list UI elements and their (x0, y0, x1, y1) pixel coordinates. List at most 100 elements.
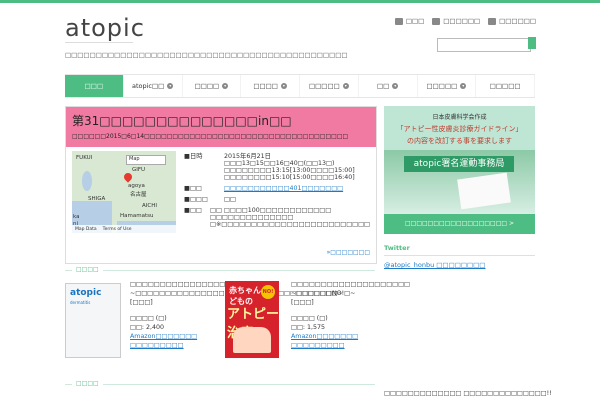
book-bracket: [□□□] (130, 299, 153, 306)
section-divider (65, 384, 375, 385)
petition-banner[interactable]: 日本皮膚科学会作成 「アトピー性皮膚炎診療ガイドライン」 の内容を改訂する事を要… (384, 106, 535, 234)
row-value: □□ □□□□100□□□□□□□□□□□□ □□□□□□□□□□□□□□ □※… (210, 207, 370, 228)
nav-tab-5[interactable]: □□□□□ ▾ (300, 75, 359, 97)
map-terms-link[interactable]: Terms of Use (103, 227, 132, 232)
banner-line: 「アトピー性皮膚炎診療ガイドライン」 (396, 125, 523, 133)
nav-tab-6[interactable]: □□ ▾ (359, 75, 418, 97)
chevron-down-icon: ▾ (460, 83, 467, 89)
map-label: ka (73, 214, 80, 220)
event-header: 第31□□□□□□□□□□□□□□in□□ □□□□□□2015□6□14□□□… (66, 107, 376, 147)
book-price: □□: 2,400 (130, 324, 165, 331)
row-key: ■□□ (184, 185, 202, 192)
chevron-down-icon: ▾ (167, 83, 174, 89)
map-label: agoya (128, 183, 145, 189)
cover-badge: NO! (261, 285, 275, 299)
map-label: SHIGA (88, 196, 106, 202)
nav-tab-8[interactable]: □□□□□ (476, 75, 535, 97)
main-nav: □□□ atopic□□ ▾ □□□□ ▾ □□□□ ▾ □□□□□ ▾ □□ ▾ □□□… (65, 74, 535, 98)
home-icon (488, 17, 497, 25)
header-link-label: □□□□□□ (443, 17, 481, 25)
row-value-line: □□□□□□□□15:10[15:00□□□□16:40] (224, 174, 355, 181)
amazon-link[interactable]: Amazon□□□□□□□ (130, 332, 220, 341)
banner-badge: atopic署名運動事務局 (404, 156, 514, 172)
map-type-dropdown[interactable]: Map (126, 155, 166, 165)
cover-illustration (233, 327, 271, 353)
logo-divider (65, 42, 133, 43)
row-value-line: □※□□□□□□□□□□□□□□□□□□□□□□□□□ (210, 221, 370, 228)
book-price: □□: 1,575 (291, 324, 326, 331)
nav-tab-4[interactable]: □□□□ ▾ (241, 75, 300, 97)
row-value-line: □□□□□□□□13:15[13:00□□□□15:00] (224, 167, 355, 174)
header-link-label: □□□ (405, 17, 425, 25)
header-link-label: □□□□□□ (499, 17, 536, 25)
detail-link[interactable]: □□□□□□□□□ (291, 341, 375, 350)
map-data-link[interactable]: Map Data (75, 227, 97, 232)
row-value-line: □□ □□□□100□□□□□□□□□□□□ □□□□□□□□□□□□□□ (210, 207, 332, 221)
row-key: ■□□ (184, 207, 202, 214)
book-label: □□□□ (□) (291, 315, 328, 322)
nav-tab-7[interactable]: □□□□□ ▾ (418, 75, 477, 97)
header-link-sitemap[interactable]: □□□ (394, 17, 425, 25)
cover-subtitle: dermatitis (70, 300, 91, 305)
nav-tab-atopic[interactable]: atopic□□ ▾ (124, 75, 183, 97)
header-link-contact[interactable]: □□□□□□ (432, 17, 480, 25)
chevron-down-icon: ▾ (342, 83, 349, 89)
twitter-link[interactable]: @atopic_honbu □□□□□□□□ (384, 261, 485, 269)
event-details: ■日時 2015年6月21日□□□13□15□□16□40□(□□13□) □□… (184, 151, 370, 232)
map-footer: Map Data Terms of Use (72, 225, 176, 233)
book-title: □□□□□□□□□□□□□□□□□□□□ (291, 281, 410, 288)
nav-tab-home[interactable]: □□□ (65, 75, 124, 97)
header-link-home[interactable]: □□□□□□ (488, 17, 536, 25)
event-row-organizer: ■□□□ □□ (184, 196, 370, 203)
row-value: □□ (224, 196, 236, 203)
nav-tab-label: □□□□ (194, 82, 220, 90)
nav-tab-label: □□□□□ (489, 82, 521, 90)
section-label-next: □□□□ (72, 380, 103, 387)
row-key: ■□□□ (184, 196, 208, 203)
row-key: ■日時 (184, 153, 203, 160)
banner-cta[interactable]: □□□□□□□□□□□□□□□□□□ > (384, 214, 535, 234)
map-label: AICHI (142, 203, 157, 209)
nav-tab-label: □□□□□ (426, 82, 458, 90)
amazon-link[interactable]: Amazon□□□□□□□ (291, 332, 375, 341)
event-more-link[interactable]: »□□□□□□□ (327, 249, 370, 256)
mail-icon (432, 17, 441, 25)
map-label: 名古屋 (130, 192, 147, 198)
section-label-books: □□□□ (72, 266, 103, 273)
section-divider (65, 270, 375, 271)
nav-tab-label: □□□□ (253, 82, 278, 90)
book-info-1: □□□□□□□□□□□□□□□□□□□□□□ ~□□□□□□□□□□□□□□□□… (130, 280, 343, 350)
event-title[interactable]: 第31□□□□□□□□□□□□□□in□□ (72, 107, 370, 129)
cover-title: atopic (70, 288, 102, 298)
detail-link[interactable]: □□□□□□□□□ (130, 341, 220, 350)
book-cover-1[interactable]: atopic dermatitis (65, 283, 121, 358)
search-input[interactable] (437, 38, 531, 52)
nav-tab-3[interactable]: □□□□ ▾ (183, 75, 242, 97)
book-label: □□□□ (□) (130, 315, 167, 322)
sitemap-icon (394, 17, 403, 25)
site-logo[interactable]: atopic (65, 14, 145, 42)
header-links: □□□ □□□□□□ □□□□□□ (394, 17, 536, 25)
book-cover-2[interactable]: 赤ちゃん 子どもの NO! アトピー治療 (225, 281, 279, 358)
chevron-down-icon: ▾ (222, 83, 229, 89)
book-subtitle: ~□□□□□□NO!□~ (291, 290, 356, 297)
nav-tab-label: atopic□□ (131, 82, 165, 90)
venue-link[interactable]: □□□□□□□□□□□401□□□□□□□ (224, 185, 370, 192)
map-label: GIFU (132, 167, 146, 173)
footer-notice: □□□□□□□□□□□□□ □□□□□□□□□□□□□□!! (384, 390, 552, 397)
book-bracket: [□□□] (291, 299, 314, 306)
map-label: FUKUI (76, 155, 93, 161)
event-row-fee: ■□□ □□ □□□□100□□□□□□□□□□□□ □□□□□□□□□□□□□… (184, 207, 370, 228)
nav-tab-label: □□□□□ (309, 82, 340, 90)
nav-tab-label: □□□ (84, 82, 104, 90)
map-pin-icon[interactable] (122, 171, 134, 183)
search-button[interactable] (528, 37, 536, 49)
map-label: Hamamatsu (120, 213, 154, 219)
top-accent-bar (0, 0, 600, 3)
event-map[interactable]: Map FUKUI GIFU agoya 名古屋 SHIGA AICHI Ham… (72, 151, 176, 233)
nav-tab-label: □□ (376, 82, 390, 90)
chevron-down-icon: ▾ (280, 83, 287, 89)
book-info-2: □□□□□□□□□□□□□□□□□□□□ ~□□□□□□NO!□~ [□□□] … (291, 280, 410, 350)
twitter-heading: Twitter (384, 244, 535, 256)
event-card: 第31□□□□□□□□□□□□□□in□□ □□□□□□2015□6□14□□□… (65, 106, 377, 264)
